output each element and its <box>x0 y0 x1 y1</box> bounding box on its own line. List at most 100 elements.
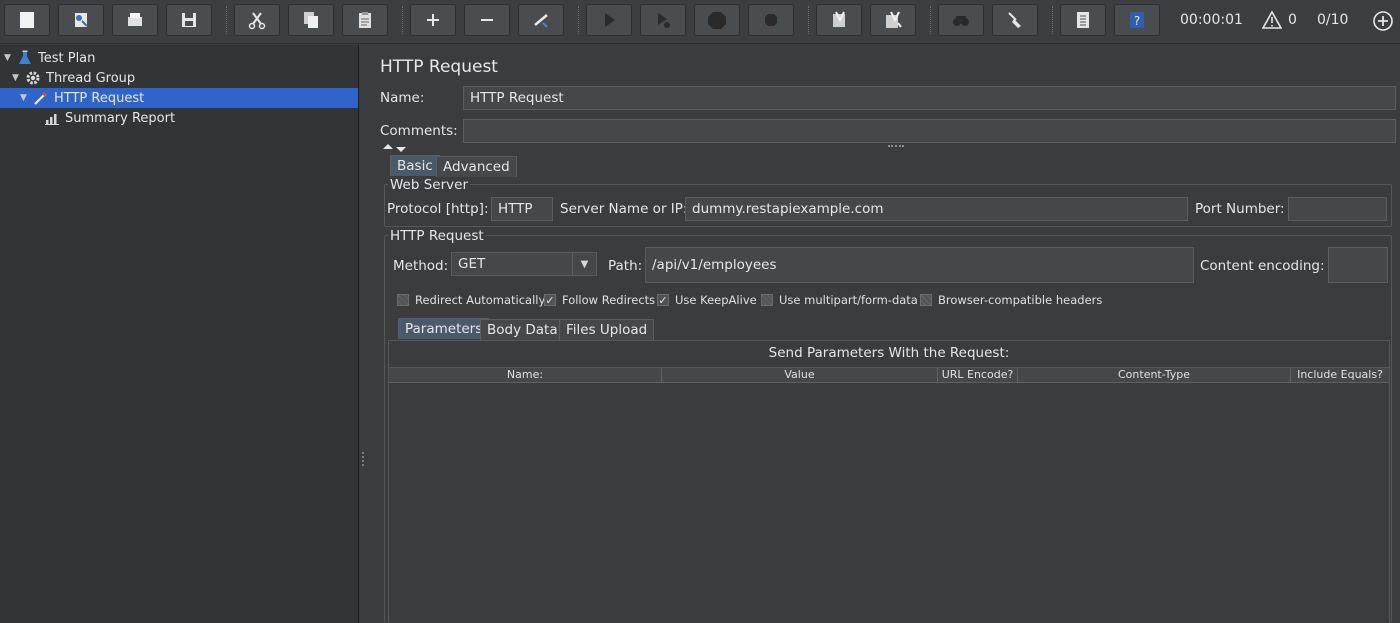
toggle-icon[interactable] <box>518 4 564 36</box>
tree-item-summary-report[interactable]: Summary Report <box>44 108 175 128</box>
expand-collapse-arrows-icon[interactable] <box>382 142 408 152</box>
tree-item-test-plan[interactable]: ▼ Test Plan <box>4 48 95 68</box>
tab-parameters[interactable]: Parameters <box>398 318 490 339</box>
open-icon[interactable] <box>112 4 158 36</box>
server-name-field[interactable]: dummy.restapiexample.com <box>685 197 1188 221</box>
separator <box>402 6 403 34</box>
protocol-label: Protocol [http]: <box>387 201 489 217</box>
checkbox-label: Browser-compatible headers <box>938 293 1103 307</box>
use-keepalive-checkbox[interactable]: ✓ Use KeepAlive <box>657 292 757 308</box>
function-helper-icon[interactable] <box>1060 4 1106 36</box>
column-header-url-encode[interactable]: URL Encode? <box>938 368 1018 383</box>
checkbox-box[interactable] <box>761 294 773 306</box>
chart-icon <box>44 110 60 126</box>
expand-icon[interactable] <box>410 4 456 36</box>
expanded-arrow-icon[interactable]: ▼ <box>4 53 14 63</box>
clear-icon[interactable] <box>816 4 862 36</box>
start-no-pause-icon[interactable] <box>640 4 686 36</box>
http-request-panel: HTTP Request Name: HTTP Request Comments… <box>360 45 1400 623</box>
web-server-title: Web Server <box>388 177 470 193</box>
test-plan-tree: ▼ Test Plan ▼ Thread Group ▼ HTTP Reques… <box>0 45 359 623</box>
port-number-field[interactable] <box>1288 197 1387 221</box>
checkbox-label: Follow Redirects <box>562 293 656 307</box>
separator <box>578 6 579 34</box>
toolbar: ? 00:00:01 0 0/10 <box>0 0 1400 44</box>
cut-icon[interactable] <box>234 4 280 36</box>
templates-icon[interactable] <box>58 4 104 36</box>
name-field[interactable]: HTTP Request <box>463 86 1396 110</box>
tree-item-label: HTTP Request <box>54 90 145 106</box>
search-icon[interactable] <box>938 4 984 36</box>
shutdown-icon[interactable] <box>748 4 794 36</box>
chevron-down-icon[interactable]: ▼ <box>572 253 596 275</box>
checkmark-icon[interactable]: ✓ <box>657 294 669 306</box>
svg-text:?: ? <box>1134 14 1140 28</box>
checkbox-label: Use multipart/form-data <box>779 293 918 307</box>
tree-item-thread-group[interactable]: ▼ Thread Group <box>12 68 135 88</box>
separator <box>1052 6 1053 34</box>
browser-compatible-headers-checkbox[interactable]: Browser-compatible headers <box>920 292 1102 308</box>
collapse-icon[interactable] <box>464 4 510 36</box>
redirect-automatically-checkbox[interactable]: Redirect Automatically <box>397 292 545 308</box>
save-icon[interactable] <box>166 4 212 36</box>
add-icon[interactable] <box>1372 10 1394 32</box>
parameters-caption: Send Parameters With the Request: <box>768 345 1010 361</box>
separator <box>226 6 227 34</box>
content-encoding-label: Content encoding: <box>1200 258 1325 274</box>
paste-icon[interactable] <box>342 4 388 36</box>
column-header-name[interactable]: Name: <box>389 368 662 383</box>
tree-item-label: Summary Report <box>65 110 176 126</box>
comments-field[interactable] <box>463 119 1396 143</box>
server-name-label: Server Name or IP: <box>560 201 688 217</box>
separator <box>808 6 809 34</box>
elapsed-time: 00:00:01 <box>1180 12 1243 28</box>
use-multipart-checkbox[interactable]: Use multipart/form-data <box>761 292 918 308</box>
port-number-label: Port Number: <box>1195 201 1285 217</box>
pipette-icon <box>33 90 49 106</box>
divider-grip[interactable] <box>888 145 904 149</box>
method-label: Method: <box>393 258 449 274</box>
active-threads: 0/10 <box>1317 12 1349 28</box>
warning-icon[interactable] <box>1261 10 1283 29</box>
method-select[interactable]: GET ▼ <box>451 252 597 276</box>
tab-files-upload[interactable]: Files Upload <box>559 319 655 340</box>
path-label: Path: <box>608 258 643 274</box>
start-icon[interactable] <box>586 4 632 36</box>
tree-item-label: Thread Group <box>46 70 136 86</box>
tree-item-label: Test Plan <box>38 50 96 66</box>
expanded-arrow-icon[interactable]: ▼ <box>12 73 22 83</box>
gear-icon <box>25 70 41 86</box>
checkmark-icon[interactable]: ✓ <box>544 294 556 306</box>
protocol-field[interactable]: HTTP <box>491 197 553 221</box>
stop-icon[interactable] <box>694 4 740 36</box>
parameters-table[interactable]: Name: Value URL Encode? Content-Type Inc… <box>388 367 1390 623</box>
name-label: Name: <box>380 90 425 106</box>
expanded-arrow-icon[interactable]: ▼ <box>20 93 30 103</box>
reset-search-icon[interactable] <box>992 4 1038 36</box>
checkbox-label: Redirect Automatically <box>415 293 546 307</box>
checkbox-label: Use KeepAlive <box>675 293 757 307</box>
checkbox-box[interactable] <box>920 294 932 306</box>
tree-item-http-request[interactable]: ▼ HTTP Request <box>0 88 358 108</box>
path-field[interactable]: /api/v1/employees <box>645 247 1194 283</box>
warning-count: 0 <box>1288 12 1297 28</box>
flask-icon <box>17 50 33 66</box>
http-request-group-title: HTTP Request <box>388 228 486 244</box>
method-value: GET <box>458 256 486 272</box>
comments-label: Comments: <box>380 123 458 139</box>
copy-icon[interactable] <box>288 4 334 36</box>
tab-body-data[interactable]: Body Data <box>480 319 565 340</box>
column-header-value[interactable]: Value <box>662 368 938 383</box>
tab-basic[interactable]: Basic <box>390 155 440 176</box>
tab-advanced[interactable]: Advanced <box>436 156 517 177</box>
clear-all-icon[interactable] <box>870 4 916 36</box>
content-encoding-field[interactable] <box>1328 247 1388 283</box>
help-icon[interactable]: ? <box>1114 4 1160 36</box>
column-header-include-equals[interactable]: Include Equals? <box>1291 368 1389 383</box>
follow-redirects-checkbox[interactable]: ✓ Follow Redirects <box>544 292 655 308</box>
separator <box>930 6 931 34</box>
checkbox-box[interactable] <box>397 294 409 306</box>
new-icon[interactable] <box>4 4 50 36</box>
page-title: HTTP Request <box>380 57 498 77</box>
column-header-content-type[interactable]: Content-Type <box>1018 368 1291 383</box>
